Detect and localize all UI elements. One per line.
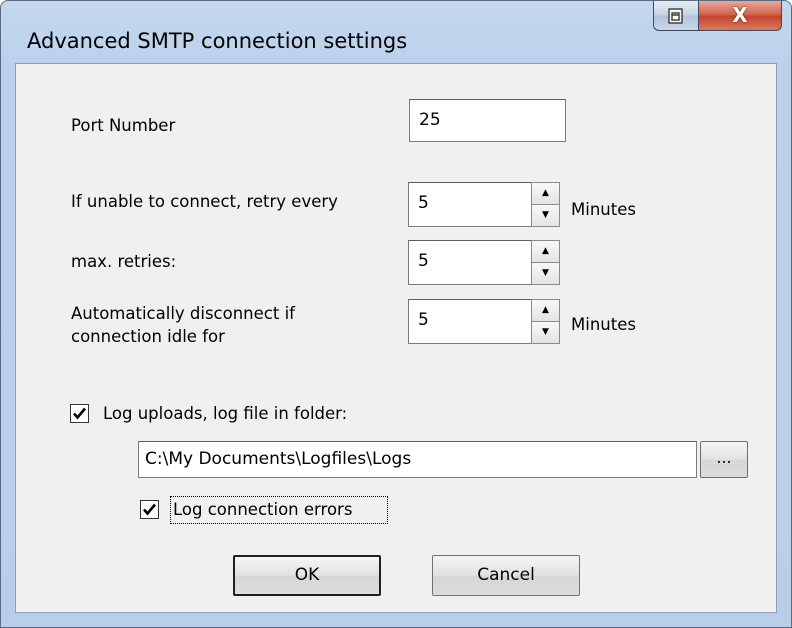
idle-disconnect-input[interactable]: 5 <box>408 299 532 344</box>
retry-interval-unit: Minutes <box>571 200 636 219</box>
retry-interval-input[interactable]: 5 <box>408 182 532 227</box>
checkmark-icon <box>143 503 156 516</box>
close-icon: X <box>732 3 748 27</box>
title-bar[interactable]: Advanced SMTP connection settings X <box>1 1 791 63</box>
max-retries-input[interactable]: 5 <box>408 240 532 285</box>
cancel-button[interactable]: Cancel <box>432 555 580 596</box>
ok-button[interactable]: OK <box>233 555 381 596</box>
log-uploads-label[interactable]: Log uploads, log file in folder: <box>103 404 347 424</box>
close-button[interactable]: X <box>698 1 782 31</box>
max-retries-label: max. retries: <box>71 252 177 271</box>
log-errors-checkbox[interactable] <box>140 500 159 519</box>
port-number-input[interactable]: 25 <box>409 99 566 142</box>
checkmark-icon <box>73 407 86 420</box>
max-retries-spinner: ▲ ▼ <box>531 240 561 285</box>
dialog-client-area: Port Number 25 If unable to connect, ret… <box>15 63 777 613</box>
browse-folder-button[interactable]: ... <box>700 441 748 478</box>
retry-interval-label: If unable to connect, retry every <box>71 192 338 211</box>
max-retries-down-button[interactable]: ▼ <box>531 262 560 285</box>
log-uploads-checkbox[interactable] <box>70 404 89 423</box>
window-title: Advanced SMTP connection settings <box>27 29 408 53</box>
retry-interval-spinner: ▲ ▼ <box>531 182 561 227</box>
idle-disconnect-up-button[interactable]: ▲ <box>531 299 560 322</box>
log-folder-input[interactable]: C:\My Documents\Logfiles\Logs <box>138 441 697 478</box>
idle-disconnect-unit: Minutes <box>571 315 636 334</box>
idle-disconnect-label-line2: connection idle for <box>71 327 225 346</box>
retry-interval-down-button[interactable]: ▼ <box>531 204 560 227</box>
restore-icon <box>668 8 683 24</box>
idle-disconnect-label-line1: Automatically disconnect if <box>71 304 295 323</box>
idle-disconnect-down-button[interactable]: ▼ <box>531 321 560 344</box>
retry-interval-up-button[interactable]: ▲ <box>531 182 560 205</box>
dialog-window: Advanced SMTP connection settings X Port… <box>0 0 792 628</box>
max-retries-up-button[interactable]: ▲ <box>531 240 560 263</box>
log-errors-label[interactable]: Log connection errors <box>173 500 352 520</box>
idle-disconnect-spinner: ▲ ▼ <box>531 299 561 344</box>
restore-button[interactable] <box>653 1 699 31</box>
port-number-label: Port Number <box>71 116 176 135</box>
